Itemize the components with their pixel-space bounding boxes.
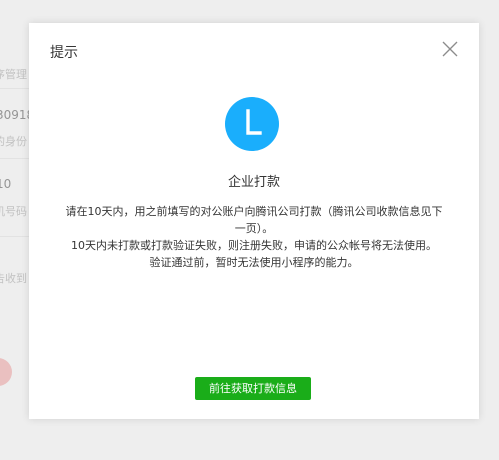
- close-icon: [442, 41, 458, 57]
- close-button[interactable]: [441, 40, 459, 58]
- payment-heading: 企业打款: [227, 175, 280, 190]
- get-payment-info-button[interactable]: 前往获取打款信息: [195, 377, 311, 400]
- enterprise-logo-icon: [225, 97, 279, 151]
- prompt-dialog: 提示 企业打款 请在10天内，用之前填写的对公账户向腾讯公司打款（腾讯公司收款信…: [29, 23, 479, 419]
- description-line: 请在10天内，用之前填写的对公账户向腾讯公司打款（腾讯公司收款信息见下一页）。: [65, 205, 443, 235]
- dialog-title: 提示: [50, 45, 78, 61]
- logo-letter-icon: [246, 109, 262, 135]
- description-line: 10天内未打款或打款验证失败，则注册失败，申请的公众帐号将无法使用。: [71, 239, 437, 252]
- payment-description: 请在10天内，用之前填写的对公账户向腾讯公司打款（腾讯公司收款信息见下一页）。 …: [61, 203, 447, 271]
- description-line: 验证通过前，暂时无法使用小程序的能力。: [149, 256, 359, 269]
